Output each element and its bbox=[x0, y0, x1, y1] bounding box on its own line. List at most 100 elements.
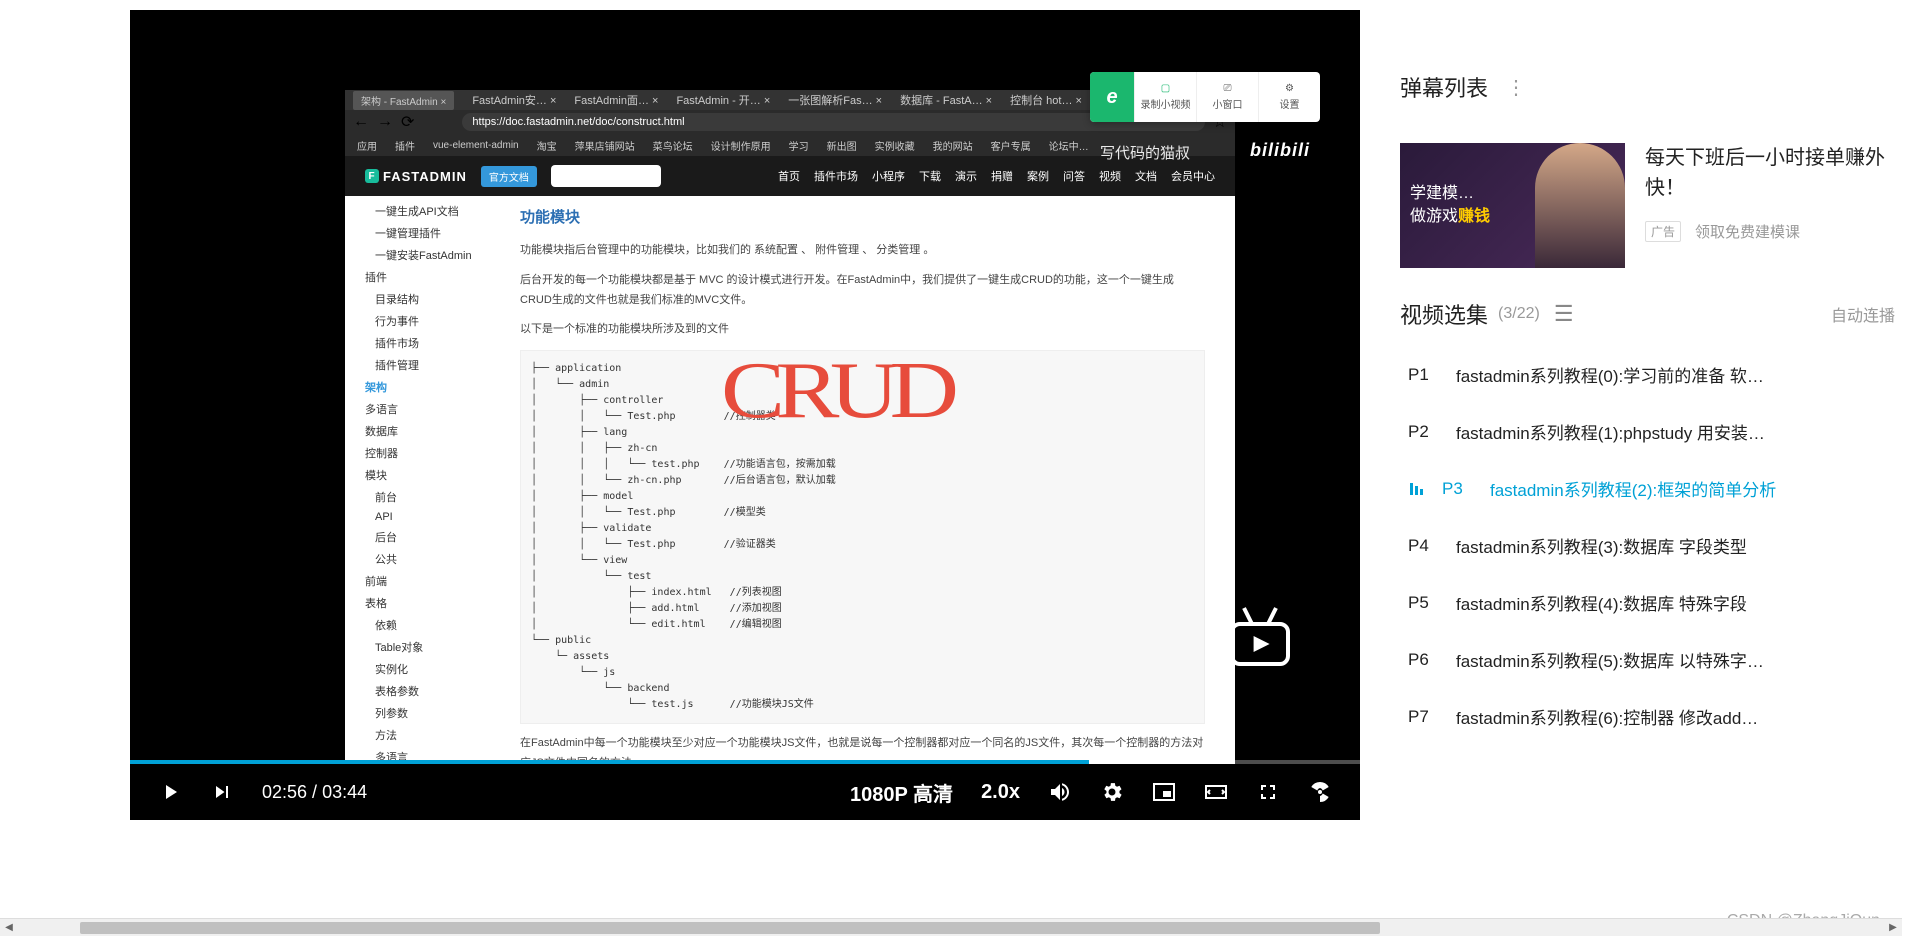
pip-tool[interactable]: ⎚小窗口 bbox=[1196, 72, 1258, 122]
nav-link[interactable]: 捐赠 bbox=[991, 168, 1013, 184]
wide-icon[interactable] bbox=[1204, 780, 1228, 804]
sidebar-item[interactable]: 后台 bbox=[345, 526, 490, 548]
bookmark[interactable]: 论坛中… bbox=[1049, 138, 1089, 153]
bookmark[interactable]: 淘宝 bbox=[537, 138, 557, 153]
ad-thumbnail: 学建模…做游戏赚钱 bbox=[1400, 143, 1625, 268]
code-block: ├── application │ └── admin │ ├── contro… bbox=[520, 350, 1205, 724]
sidebar-item[interactable]: 前端 bbox=[345, 570, 490, 592]
sidebar-item[interactable]: 数据库 bbox=[345, 420, 490, 442]
doc-sidebar: 一键生成API文档一键管理插件一键安装FastAdmin插件目录结构行为事件插件… bbox=[345, 196, 490, 790]
nav-link[interactable]: 下载 bbox=[919, 168, 941, 184]
bookmark[interactable]: 应用 bbox=[357, 138, 377, 153]
episode-item[interactable]: P6fastadmin系列教程(5):数据库 以特殊字… bbox=[1400, 631, 1895, 688]
bilibili-tv-icon[interactable] bbox=[1220, 600, 1300, 680]
scroll-right-icon[interactable]: ▶ bbox=[1884, 919, 1902, 936]
sidebar-item[interactable]: 方法 bbox=[345, 724, 490, 746]
sidebar-item[interactable]: 表格参数 bbox=[345, 680, 490, 702]
nav-link[interactable]: 演示 bbox=[955, 168, 977, 184]
browser-tab[interactable]: 一张图解析Fas… × bbox=[788, 92, 882, 108]
list-view-icon[interactable]: ☰ bbox=[1554, 301, 1574, 327]
horizontal-scrollbar[interactable]: ◀ ▶ bbox=[0, 918, 1902, 936]
scroll-left-icon[interactable]: ◀ bbox=[0, 919, 18, 936]
bookmark[interactable]: 我的网站 bbox=[933, 138, 973, 153]
nav-fwd-icon[interactable]: → bbox=[377, 113, 393, 131]
browser-tab[interactable]: 数据库 - FastA… × bbox=[900, 92, 992, 108]
bookmark[interactable]: 客户专属 bbox=[991, 138, 1031, 153]
sidebar-item[interactable]: 实例化 bbox=[345, 658, 490, 680]
reload-icon[interactable]: ⟳ bbox=[401, 112, 414, 132]
fullscreen-icon[interactable] bbox=[1256, 780, 1280, 804]
sidebar-item[interactable]: 模块 bbox=[345, 464, 490, 486]
nav-link[interactable]: 小程序 bbox=[872, 168, 905, 184]
nav-link[interactable]: 问答 bbox=[1063, 168, 1085, 184]
episode-item[interactable]: P1fastadmin系列教程(0):学习前的准备 软… bbox=[1400, 346, 1895, 403]
sidebar-item[interactable]: 列参数 bbox=[345, 702, 490, 724]
bookmark[interactable]: vue-element-admin bbox=[433, 140, 519, 151]
settings-icon[interactable] bbox=[1100, 780, 1124, 804]
bookmark[interactable]: 实例收藏 bbox=[875, 138, 915, 153]
nav-link[interactable]: 视频 bbox=[1099, 168, 1121, 184]
episode-item[interactable]: P7fastadmin系列教程(6):控制器 修改add… bbox=[1400, 688, 1895, 745]
sidebar-item[interactable]: 行为事件 bbox=[345, 310, 490, 332]
ad-tag: 广告 bbox=[1645, 221, 1681, 242]
browser-tab[interactable]: 架构 - FastAdmin × bbox=[353, 91, 454, 110]
volume-icon[interactable] bbox=[1048, 780, 1072, 804]
site-logo[interactable]: FFASTADMIN bbox=[365, 169, 467, 184]
sidebar-item[interactable]: 一键安装FastAdmin bbox=[345, 244, 490, 266]
ad-link[interactable]: 领取免费建模课 bbox=[1695, 221, 1800, 242]
autoplay-toggle[interactable]: 自动连播 bbox=[1831, 302, 1895, 326]
nav-link[interactable]: 会员中心 bbox=[1171, 168, 1215, 184]
nav-link[interactable]: 文档 bbox=[1135, 168, 1157, 184]
sidebar-item[interactable]: 前台 bbox=[345, 486, 490, 508]
sidebar-item[interactable]: 插件 bbox=[345, 266, 490, 288]
play-icon[interactable] bbox=[158, 780, 182, 804]
site-search-input[interactable] bbox=[551, 165, 661, 187]
bookmark[interactable]: 学习 bbox=[789, 138, 809, 153]
sidebar-item[interactable]: API bbox=[345, 508, 490, 526]
bookmark[interactable]: 新出图 bbox=[827, 138, 857, 153]
browser-tab[interactable]: FastAdmin - 开… × bbox=[676, 92, 770, 108]
sidebar-item[interactable]: 架构 bbox=[345, 376, 490, 398]
sidebar-item[interactable]: 控制器 bbox=[345, 442, 490, 464]
nav-link[interactable]: 插件市场 bbox=[814, 168, 858, 184]
site-watermark: bilibili bbox=[1250, 140, 1310, 161]
sidebar-item[interactable]: Table对象 bbox=[345, 636, 490, 658]
video-player[interactable]: 架构 - FastAdmin × FastAdmin安… × FastAdmin… bbox=[130, 10, 1360, 820]
speed-button[interactable]: 2.0x bbox=[981, 781, 1020, 804]
sidebar-item[interactable]: 依赖 bbox=[345, 614, 490, 636]
bookmark[interactable]: 菜鸟论坛 bbox=[653, 138, 693, 153]
browser-tab[interactable]: FastAdmin面… × bbox=[574, 92, 658, 108]
sidebar-item[interactable]: 表格 bbox=[345, 592, 490, 614]
ad-title: 每天下班后一小时接单赚外快！ bbox=[1645, 143, 1895, 203]
sidebar-item[interactable]: 插件市场 bbox=[345, 332, 490, 354]
bookmark[interactable]: 萍果店铺网站 bbox=[575, 138, 635, 153]
episode-item[interactable]: P5fastadmin系列教程(4):数据库 特殊字段 bbox=[1400, 574, 1895, 631]
episode-item[interactable]: P4fastadmin系列教程(3):数据库 字段类型 bbox=[1400, 517, 1895, 574]
browser-tab[interactable]: 控制台 hot… × bbox=[1010, 92, 1082, 108]
sidebar-item[interactable]: 一键生成API文档 bbox=[345, 200, 490, 222]
record-tool[interactable]: ▢录制小视频 bbox=[1134, 72, 1196, 122]
ie-icon[interactable]: e bbox=[1090, 72, 1134, 122]
scroll-thumb[interactable] bbox=[80, 922, 1380, 934]
pip-icon[interactable] bbox=[1152, 780, 1176, 804]
nav-back-icon[interactable]: ← bbox=[353, 113, 369, 131]
ad-card[interactable]: 学建模…做游戏赚钱 每天下班后一小时接单赚外快！ 广告 领取免费建模课 bbox=[1400, 143, 1895, 268]
more-icon[interactable]: ⋮ bbox=[1506, 75, 1526, 100]
episode-item[interactable]: P3fastadmin系列教程(2):框架的简单分析 bbox=[1400, 460, 1895, 517]
nav-link[interactable]: 首页 bbox=[778, 168, 800, 184]
radiation-icon[interactable] bbox=[1308, 780, 1332, 804]
bookmark[interactable]: 插件 bbox=[395, 138, 415, 153]
next-icon[interactable] bbox=[210, 780, 234, 804]
episode-item[interactable]: P2fastadmin系列教程(1):phpstudy 用安装… bbox=[1400, 403, 1895, 460]
nav-link[interactable]: 案例 bbox=[1027, 168, 1049, 184]
doc-badge: 官方文档 bbox=[481, 166, 537, 187]
browser-tab[interactable]: FastAdmin安… × bbox=[472, 92, 556, 108]
sidebar-item[interactable]: 插件管理 bbox=[345, 354, 490, 376]
sidebar-item[interactable]: 多语言 bbox=[345, 398, 490, 420]
bookmark[interactable]: 设计制作原用 bbox=[711, 138, 771, 153]
sidebar-item[interactable]: 一键管理插件 bbox=[345, 222, 490, 244]
sidebar-item[interactable]: 目录结构 bbox=[345, 288, 490, 310]
sidebar-item[interactable]: 公共 bbox=[345, 548, 490, 570]
settings-tool[interactable]: ⚙设置 bbox=[1258, 72, 1320, 122]
quality-button[interactable]: 1080P 高清 bbox=[850, 778, 953, 807]
